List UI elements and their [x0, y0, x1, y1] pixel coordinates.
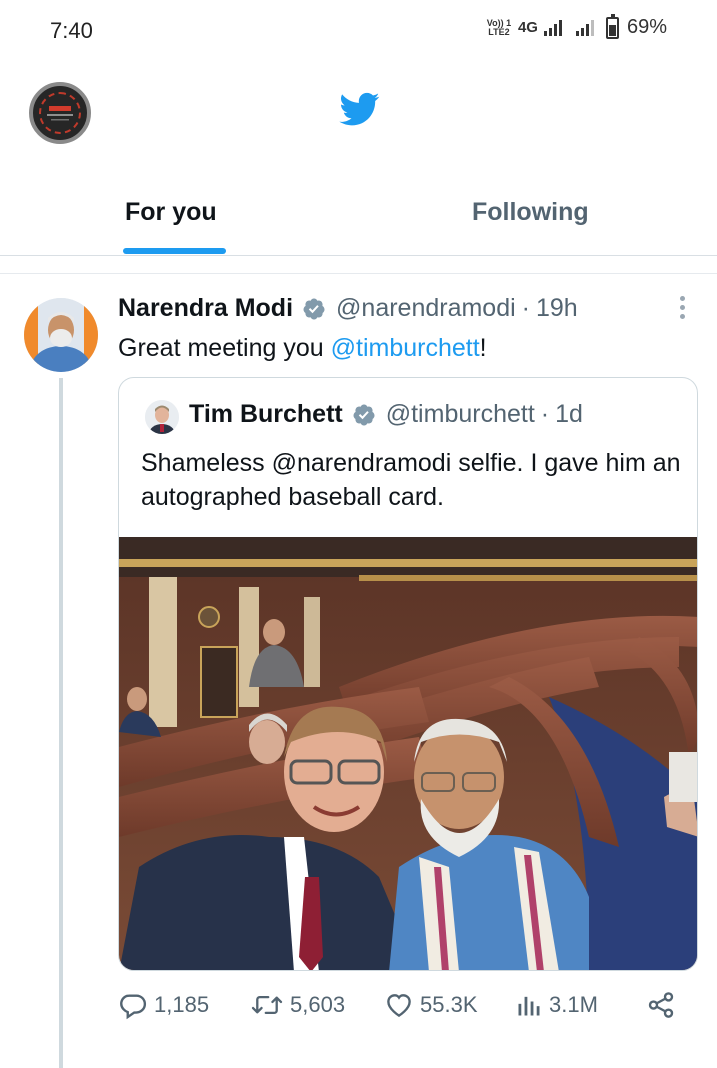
author-name[interactable]: Narendra Modi — [118, 294, 293, 323]
heart-icon — [387, 994, 411, 1018]
status-icons: Vo)) 1 LTE2 4G 69% — [486, 13, 667, 39]
twitter-bird-icon[interactable] — [338, 89, 382, 129]
divider — [0, 273, 717, 274]
quoted-tweet-time: 1d — [555, 400, 583, 428]
reply-button[interactable]: 1,185 — [118, 990, 209, 1020]
verified-badge-icon — [353, 404, 375, 425]
tweet-time[interactable]: 19h — [536, 294, 578, 323]
volte-indicator: Vo)) 1 LTE2 — [486, 17, 512, 37]
tweet-text: Great meeting you @timburchett! — [118, 334, 487, 362]
status-time: 7:40 — [50, 18, 93, 43]
retweet-icon — [251, 995, 283, 1015]
status-bar: 7:40 Vo)) 1 LTE2 4G 69% — [0, 0, 717, 62]
quoted-author-name: Tim Burchett — [189, 400, 343, 428]
quoted-tweet-header: Tim Burchett @timburchett · 1d — [189, 400, 583, 429]
like-count: 55.3K — [420, 992, 478, 1017]
battery-icon — [605, 13, 619, 39]
separator-dot: · — [540, 400, 550, 428]
retweet-button[interactable]: 5,603 — [250, 990, 345, 1020]
signal-weak-icon — [575, 19, 594, 36]
tab-for-you[interactable]: For you — [125, 198, 217, 227]
profile-logo-icon — [47, 106, 73, 121]
active-tab-indicator — [123, 248, 226, 254]
quoted-author-handle: @timburchett — [385, 400, 535, 428]
reply-count: 1,185 — [154, 992, 210, 1017]
tweet-actions: 1,185 5,603 55.3K 3.1M — [118, 990, 678, 1030]
mention-link[interactable]: @timburchett — [331, 334, 480, 362]
author-avatar[interactable] — [24, 298, 98, 372]
quoted-tweet-text: Shameless @narendramodi selfie. I gave h… — [141, 449, 681, 511]
share-button[interactable] — [646, 990, 676, 1020]
reply-icon — [120, 994, 147, 1020]
separator-dot: · — [521, 294, 530, 322]
network-type: 4G — [517, 19, 538, 36]
tab-following[interactable]: Following — [472, 198, 589, 227]
author-handle[interactable]: @narendramodi — [336, 294, 516, 323]
views-button[interactable]: 3.1M — [515, 990, 598, 1020]
battery-percent: 69% — [626, 16, 667, 38]
more-options-icon[interactable] — [675, 296, 689, 322]
top-header — [0, 62, 717, 172]
signal-icon — [543, 19, 562, 36]
timeline-tabs: For you Following — [0, 172, 717, 256]
view-count: 3.1M — [549, 992, 598, 1017]
retweet-count: 5,603 — [290, 992, 346, 1017]
tweet-header: Narendra Modi @narendramodi · 19h — [118, 294, 578, 323]
profile-avatar[interactable] — [29, 82, 91, 144]
analytics-icon — [518, 996, 540, 1016]
like-button[interactable]: 55.3K — [384, 990, 478, 1020]
quoted-author-avatar — [145, 400, 179, 434]
quoted-tweet[interactable]: Tim Burchett @timburchett · 1d Shameless… — [118, 377, 698, 971]
selfie-photo[interactable] — [119, 537, 697, 970]
thread-line — [59, 378, 63, 1068]
share-icon — [648, 992, 674, 1018]
verified-badge-icon — [303, 298, 325, 319]
